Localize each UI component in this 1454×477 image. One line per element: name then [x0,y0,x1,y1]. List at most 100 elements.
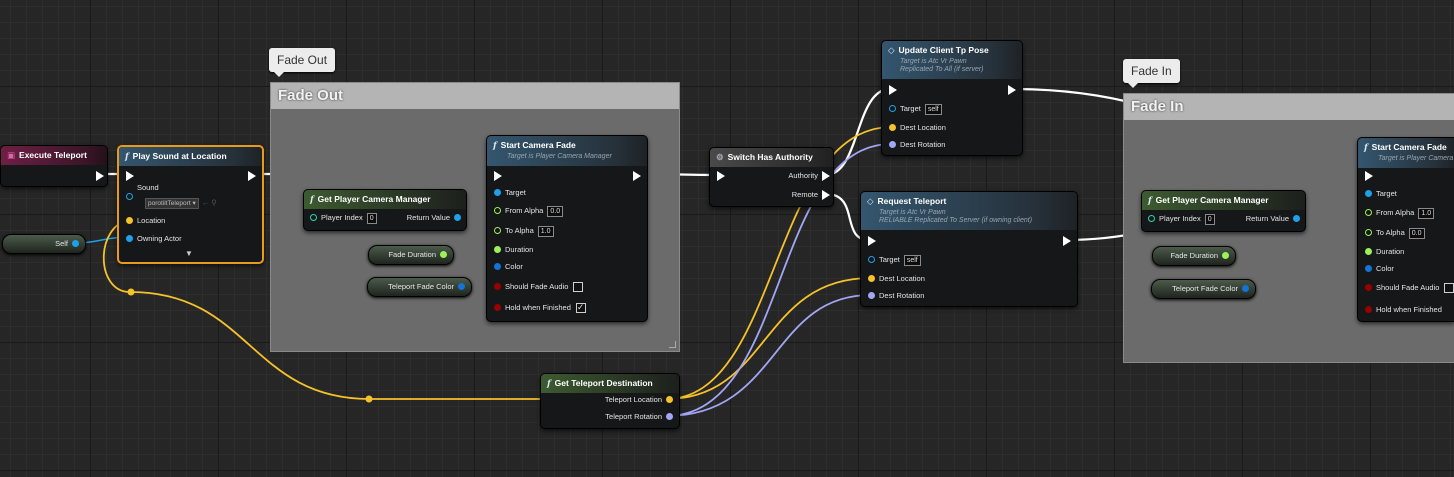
should-fade-audio-pin[interactable]: Should Fade Audio [494,281,584,293]
exec-in-pin[interactable] [717,170,725,182]
target-self-value: self [924,103,942,115]
color-pin[interactable]: Color [494,261,523,273]
player-index-input[interactable]: 0 [366,212,377,224]
to-alpha-pin[interactable]: To Alpha 0.0 [1365,227,1425,239]
player-index-pin[interactable]: Player Index 0 [1148,213,1215,225]
from-alpha-input[interactable]: 0.0 [547,205,564,217]
from-alpha-input[interactable]: 1.0 [1418,207,1435,219]
from-alpha-pin[interactable]: From Alpha 0.0 [494,205,564,217]
node-title: Switch Has Authority [727,152,813,162]
search-icon[interactable]: ⚲ [211,198,217,207]
return-value-pin[interactable]: Return Value [1246,213,1300,225]
var-teleport-fade-color[interactable]: Teleport Fade Color [367,277,472,297]
node-start-camera-fade-2[interactable]: f Start Camera Fade Target is Player Camer… [1357,137,1454,322]
target-self-value: self [903,254,921,266]
from-alpha-pin[interactable]: From Alpha 1.0 [1365,207,1435,219]
function-icon: f [547,379,551,389]
expand-advanced-arrow-icon[interactable]: ▼ [185,248,193,260]
float-pin[interactable] [1222,252,1229,260]
float-pin[interactable] [440,251,447,259]
hold-when-finished-pin[interactable]: Hold when Finished [1365,304,1442,316]
node-start-camera-fade[interactable]: f Start Camera Fade Target is Player Camer… [486,135,648,322]
exec-in-pin[interactable] [126,170,134,182]
node-get-teleport-destination[interactable]: f Get Teleport Destination Teleport Locat… [540,373,680,429]
exec-out-pin[interactable] [1063,235,1071,247]
pin-label: Target [1376,189,1397,198]
teleport-location-pin[interactable]: Teleport Location [605,394,673,406]
sound-asset-value: porotiltTeleport [148,199,191,207]
pin-label: Return Value [1245,214,1289,223]
var-teleport-fade-color-2[interactable]: Teleport Fade Color [1151,279,1256,299]
player-index-pin[interactable]: Player Index 0 [310,212,377,224]
comment-bubble-fade-out[interactable]: Fade Out [269,48,336,77]
duration-pin[interactable]: Duration [1365,246,1404,258]
to-alpha-input[interactable]: 0.0 [1408,227,1425,239]
dest-rotation-pin[interactable]: Dest Rotation [889,139,945,151]
node-request-teleport[interactable]: ◇ Request Teleport Target is Atc Vr Pawn RE… [860,191,1078,307]
node-get-player-camera-manager[interactable]: f Get Player Camera Manager Player Index 0… [303,189,467,231]
node-update-client-tp-pose[interactable]: ◇ Update Client Tp Pose Target is Atc Vr P… [881,40,1023,156]
event-diamond-icon: ◇ [888,46,895,56]
pin-label: From Alpha [1376,208,1415,217]
location-pin[interactable]: Location [126,215,165,227]
target-pin[interactable]: Target self [868,254,921,266]
pin-label: Target [879,255,900,264]
var-self[interactable]: Self [2,234,86,254]
pin-label: To Alpha [1376,228,1405,237]
dest-location-pin[interactable]: Dest Location [889,122,946,134]
node-switch-has-authority[interactable]: ⚙ Switch Has Authority Authority Remote [709,147,834,207]
hold-when-finished-pin[interactable]: Hold when Finished [494,301,586,314]
object-pin[interactable] [72,240,79,248]
arrow-left-icon[interactable]: ← [202,198,210,207]
exec-in-pin[interactable] [868,235,876,247]
exec-out-pin[interactable] [1008,84,1016,96]
comment-title: Fade Out [271,83,679,109]
pin-label: Location [137,216,166,225]
target-pin[interactable]: Target self [889,103,942,115]
sound-asset-dropdown[interactable]: porotiltTeleport ▾ ← ⚲ [143,197,217,209]
to-alpha-input[interactable]: 1.0 [537,225,554,237]
color-pin[interactable]: Color [1365,263,1394,275]
remote-pin[interactable]: Remote [792,189,830,201]
should-fade-audio-checkbox[interactable] [1444,283,1454,294]
node-title: Update Client Tp Pose [898,45,989,55]
exec-in-pin[interactable] [1365,170,1373,182]
exec-out-pin[interactable] [633,170,641,182]
node-subtitle: Target is Atc Vr Pawn [879,209,946,216]
duration-pin[interactable]: Duration [494,244,533,256]
owning-actor-pin[interactable]: Owning Actor [126,233,182,245]
target-pin[interactable]: Target [1365,188,1397,200]
var-fade-duration[interactable]: Fade Duration [368,245,454,265]
node-subtitle: Replicated To All (if server) [900,66,984,73]
var-label: Teleport Fade Color [1172,284,1238,293]
node-play-sound-at-location[interactable]: f Play Sound at Location Sound porotiltTe… [117,145,264,264]
to-alpha-pin[interactable]: To Alpha 1.0 [494,225,554,237]
exec-out-pin[interactable] [96,170,104,182]
node-subtitle: Target is Player Camera Manager [1378,155,1454,162]
node-get-player-camera-manager-2[interactable]: f Get Player Camera Manager Player Index 0… [1141,190,1306,232]
teleport-rotation-pin[interactable]: Teleport Rotation [605,411,673,423]
function-icon: f [310,195,314,205]
comment-bubble-fade-in[interactable]: Fade In [1123,59,1180,88]
resize-handle[interactable] [669,341,676,348]
dest-rotation-pin[interactable]: Dest Rotation [868,290,924,302]
function-icon: f [1148,196,1152,206]
var-fade-duration-2[interactable]: Fade Duration [1152,246,1236,266]
exec-in-pin[interactable] [494,170,502,182]
authority-pin[interactable]: Authority [788,170,830,182]
hold-when-finished-checkbox[interactable] [575,301,586,314]
should-fade-audio-pin[interactable]: Should Fade Audio [1365,282,1454,294]
color-pin[interactable] [1242,285,1249,293]
gear-icon: ⚙ [716,153,724,163]
color-pin[interactable] [458,283,465,291]
target-pin[interactable]: Target [494,187,526,199]
return-value-pin[interactable]: Return Value [407,212,461,224]
var-label: Teleport Fade Color [388,282,454,291]
pin-label: Dest Rotation [900,140,946,149]
should-fade-audio-checkbox[interactable] [573,282,584,293]
exec-out-pin[interactable] [248,170,256,182]
dest-location-pin[interactable]: Dest Location [868,273,925,285]
player-index-input[interactable]: 0 [1204,213,1215,225]
node-execute-teleport[interactable]: ▣ Execute Teleport [0,145,108,187]
exec-in-pin[interactable] [889,84,897,96]
